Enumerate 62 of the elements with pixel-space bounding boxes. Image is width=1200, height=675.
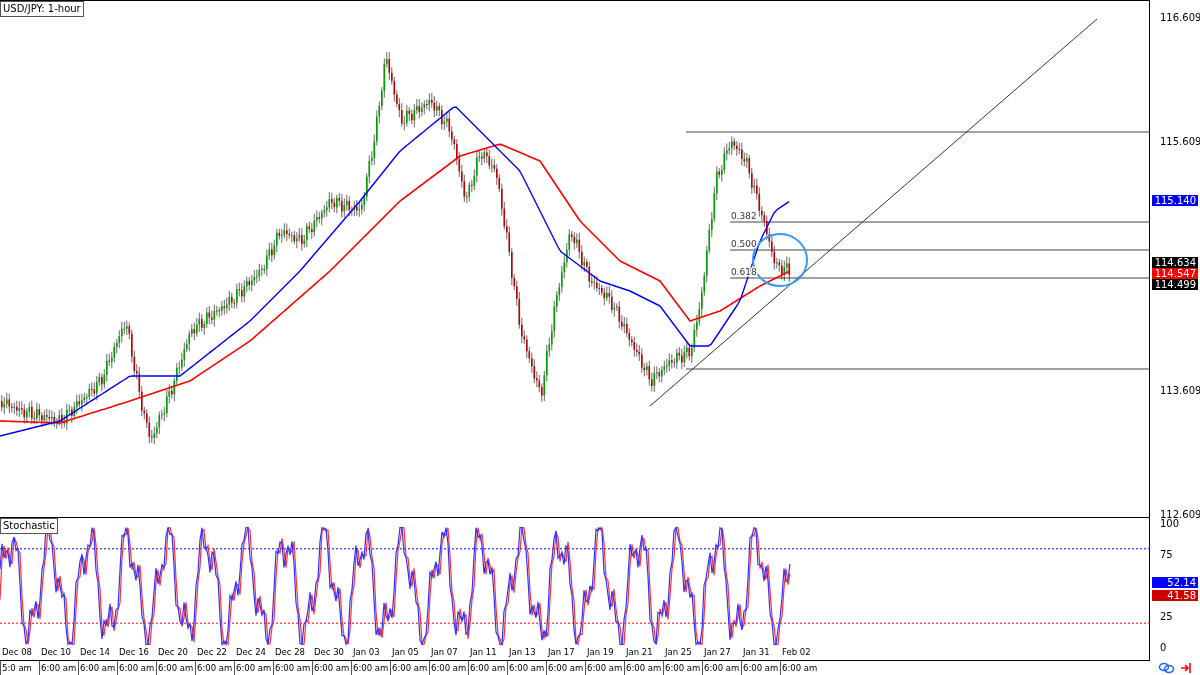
date-label: Dec 24 — [235, 646, 267, 659]
scroll-to-end-icon[interactable] — [1180, 662, 1192, 674]
date-label: Jan 11 — [468, 646, 498, 659]
time-label: 6:00 am — [780, 661, 819, 675]
date-label: Jan 13 — [507, 646, 537, 659]
price-label: 112.609 — [1160, 509, 1200, 520]
date-label: Jan 25 — [663, 646, 693, 659]
chart-title: USD/JPY: 1-hour — [0, 1, 84, 17]
date-label: Jan 03 — [351, 646, 381, 659]
date-label: Dec 22 — [196, 646, 228, 659]
time-label: 6:00 am — [195, 661, 234, 675]
date-label: Feb 02 — [781, 646, 812, 659]
price-label: 113.609 — [1160, 385, 1200, 397]
price-badge: 114.499 — [1152, 279, 1198, 290]
time-label: 5:0 am — [0, 661, 39, 675]
indicator-badge: 41.58 — [1152, 590, 1198, 601]
fibonacci-level-label: 0.382 — [731, 211, 757, 221]
time-label: 6:00 am — [78, 661, 117, 675]
time-label: 6:00 am — [546, 661, 585, 675]
time-label: 6:00 am — [273, 661, 312, 675]
price-badge: 114.547 — [1152, 268, 1198, 279]
price-badge: 115.140 — [1152, 195, 1198, 206]
time-label: 6:00 am — [624, 661, 663, 675]
fibonacci-level-label: 0.500 — [731, 239, 757, 249]
time-label: 6:00 am — [741, 661, 780, 675]
stochastic-label: 25 — [1160, 611, 1173, 623]
date-label: Dec 28 — [274, 646, 306, 659]
price-badge: 114.634 — [1152, 257, 1198, 268]
price-label: 116.609 — [1160, 12, 1200, 24]
time-label: 6:00 am — [507, 661, 546, 675]
time-label: 6:00 am — [39, 661, 78, 675]
stochastic-label: 75 — [1160, 549, 1173, 561]
link-icon[interactable] — [1158, 662, 1176, 674]
time-label: 6:00 am — [312, 661, 351, 675]
date-label: Jan 31 — [741, 646, 771, 659]
time-label: 6:00 am — [117, 661, 156, 675]
time-label: 6:00 am — [585, 661, 624, 675]
time-label: 6:00 am — [663, 661, 702, 675]
date-label: Dec 08 — [1, 646, 33, 659]
date-label: Dec 10 — [40, 646, 72, 659]
stochastic-label: 100 — [1160, 518, 1180, 530]
date-label: Jan 27 — [702, 646, 732, 659]
date-label: Jan 19 — [585, 646, 615, 659]
date-label: Dec 20 — [157, 646, 189, 659]
time-label: 6:00 am — [390, 661, 429, 675]
stochastic-label: 0 — [1160, 642, 1167, 654]
time-label: 6:00 am — [234, 661, 273, 675]
time-label: 6:00 am — [429, 661, 468, 675]
time-label: 6:00 am — [351, 661, 390, 675]
date-label: Jan 17 — [546, 646, 576, 659]
date-label: Dec 16 — [118, 646, 150, 659]
date-label: Jan 05 — [390, 646, 420, 659]
date-label: Dec 14 — [79, 646, 111, 659]
indicator-badge: 52.14 — [1152, 577, 1198, 588]
date-label: Jan 21 — [624, 646, 654, 659]
time-label: 6:00 am — [468, 661, 507, 675]
time-label: 6:00 am — [156, 661, 195, 675]
date-label: Dec 30 — [313, 646, 345, 659]
date-label: Jan 07 — [429, 646, 459, 659]
time-label: 6:00 am — [702, 661, 741, 675]
indicator-title: Stochastic — [0, 518, 58, 534]
price-label: 115.609 — [1160, 136, 1200, 148]
